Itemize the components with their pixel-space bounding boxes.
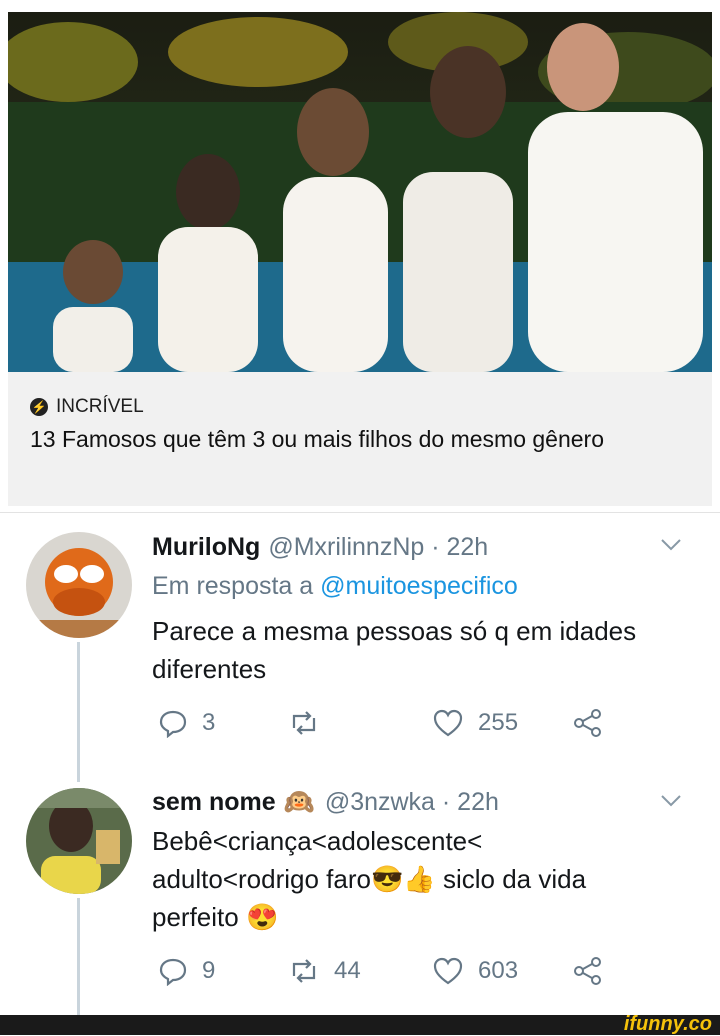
handle-and-time[interactable]: @MxrilinnzNp · 22h — [268, 533, 488, 562]
reply-count: 9 — [202, 957, 216, 984]
article-photo — [8, 12, 712, 372]
chevron-down-icon[interactable] — [660, 792, 682, 813]
display-name[interactable]: sem nome — [152, 788, 276, 817]
watermark-bar: ifunny.co — [0, 1013, 720, 1035]
reply-icon — [159, 958, 187, 986]
like-button[interactable]: 255 — [432, 708, 518, 738]
article-card[interactable]: ⚡ INCRÍVEL 13 Famosos que têm 3 ou mais … — [8, 12, 712, 506]
chevron-down-icon[interactable] — [660, 536, 682, 557]
tweet-header: sem nome 🙉 @3nzwka · 22h — [152, 788, 499, 817]
tweet-text: Bebê<criança<adolescente< adulto<rodrigo… — [152, 822, 672, 936]
lightning-icon: ⚡ — [30, 398, 48, 416]
reply-count: 3 — [202, 709, 216, 736]
reply-button[interactable]: 3 — [158, 708, 215, 738]
retweet-icon — [292, 711, 316, 735]
reply-icon — [159, 710, 187, 738]
like-icon — [433, 957, 463, 985]
like-count: 255 — [478, 709, 519, 736]
reply-button[interactable]: 9 — [158, 956, 215, 986]
ifunny-logo: ifunny.co — [623, 1013, 712, 1035]
retweet-count: 44 — [334, 957, 361, 984]
thread-line — [77, 642, 80, 782]
name-emoji: 🙉 — [283, 788, 315, 816]
tweet-header: MuriloNg @MxrilinnzNp · 22h — [152, 533, 488, 562]
tweet-text-line: adulto<rodrigo faro😎👍 siclo da vida — [152, 864, 587, 894]
tweet-text: Parece a mesma pessoas só q em idades di… — [152, 616, 637, 684]
tweet[interactable]: sem nome 🙉 @3nzwka · 22h Bebê<criança<ad… — [0, 782, 720, 1015]
share-icon — [574, 709, 601, 737]
retweet-icon — [292, 959, 316, 983]
retweet-button[interactable]: 44 — [288, 956, 361, 986]
article-category: ⚡ INCRÍVEL — [30, 396, 144, 418]
reply-prefix: Em resposta a — [152, 572, 321, 600]
reply-context: Em resposta a @muitoespecifico — [152, 572, 518, 601]
article-title[interactable]: 13 Famosos que têm 3 ou mais filhos do m… — [30, 424, 690, 455]
like-icon — [433, 709, 463, 737]
mention-link[interactable]: @muitoespecifico — [320, 572, 518, 600]
avatar[interactable] — [26, 788, 132, 894]
article-category-label: INCRÍVEL — [56, 396, 144, 417]
avatar[interactable] — [26, 532, 132, 638]
display-name[interactable]: MuriloNg — [152, 533, 260, 562]
retweet-button[interactable] — [288, 708, 334, 738]
like-count: 603 — [478, 957, 519, 984]
tweet-text-line: perfeito 😍 — [152, 902, 279, 932]
tweet-actions: 9 44 603 — [152, 956, 632, 992]
share-button[interactable] — [572, 956, 618, 986]
thread-line — [77, 898, 80, 1015]
tweet-actions: 3 255 — [152, 708, 632, 744]
like-button[interactable]: 603 — [432, 956, 518, 986]
tweet-text-line: Bebê<criança<adolescente< — [152, 826, 483, 856]
handle-and-time[interactable]: @3nzwka · 22h — [325, 788, 499, 817]
tweet[interactable]: MuriloNg @MxrilinnzNp · 22h Em resposta … — [0, 512, 720, 782]
share-icon — [574, 957, 601, 985]
share-button[interactable] — [572, 708, 618, 738]
